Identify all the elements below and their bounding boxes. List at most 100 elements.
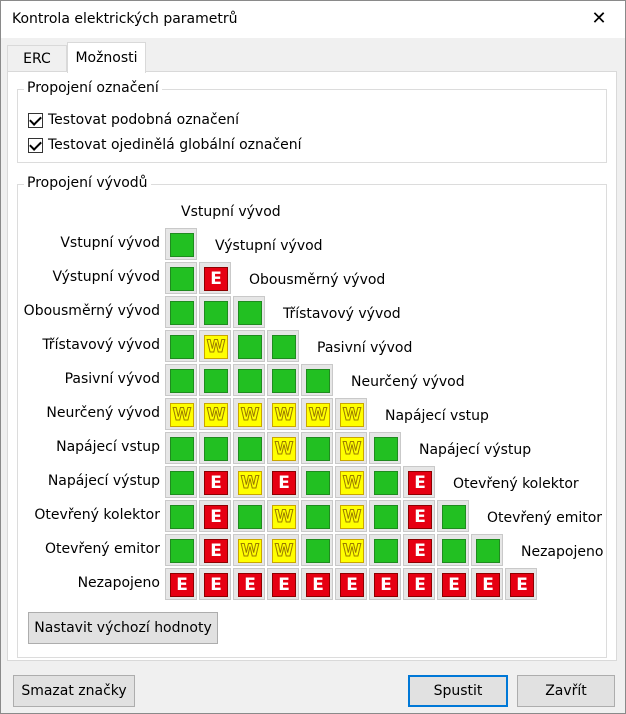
matrix-cell[interactable]	[301, 500, 333, 532]
matrix-cell-indicator	[238, 335, 262, 359]
matrix-cell-indicator	[374, 539, 398, 563]
matrix-cell-indicator	[238, 301, 262, 325]
matrix-cell-indicator	[306, 437, 330, 461]
matrix-cell[interactable]	[199, 364, 231, 396]
matrix-cell[interactable]: E	[165, 568, 197, 600]
checkbox-similar-annotations[interactable]	[28, 112, 43, 128]
run-button[interactable]: Spustit	[408, 675, 508, 707]
checkbox-global-annotations[interactable]	[28, 137, 43, 153]
matrix-cell-indicator	[204, 369, 228, 393]
matrix-cell[interactable]	[369, 432, 401, 464]
tab-options[interactable]: Možnosti	[67, 42, 146, 73]
matrix-cell[interactable]	[165, 262, 197, 294]
matrix-cell[interactable]: W	[199, 330, 231, 362]
matrix-cell[interactable]	[165, 364, 197, 396]
check-similar-annotations[interactable]: Testovat podobná označení	[28, 112, 239, 128]
matrix-cell[interactable]	[233, 500, 265, 532]
matrix-cell-indicator	[442, 539, 466, 563]
tab-erc[interactable]: ERC	[7, 45, 67, 72]
matrix-cell[interactable]: W	[335, 398, 367, 430]
matrix-cell-indicator: W	[272, 437, 296, 461]
clear-markers-button[interactable]: Smazat značky	[13, 675, 135, 707]
matrix-cell-indicator	[170, 369, 194, 393]
matrix-cell[interactable]	[437, 500, 469, 532]
check-global-annotations[interactable]: Testovat ojedinělá globální označení	[28, 137, 302, 153]
matrix-cell[interactable]: E	[267, 466, 299, 498]
matrix-cell[interactable]: E	[403, 568, 435, 600]
matrix-cell[interactable]	[165, 296, 197, 328]
reset-defaults-button[interactable]: Nastavit výchozí hodnoty	[28, 612, 218, 644]
matrix-cell-indicator: W	[340, 437, 364, 461]
matrix-cell[interactable]: W	[267, 500, 299, 532]
matrix-cell-indicator: E	[476, 573, 500, 597]
matrix-cell[interactable]: E	[199, 262, 231, 294]
close-icon[interactable]: ✕	[577, 5, 621, 33]
matrix-cell[interactable]	[369, 534, 401, 566]
matrix-cell[interactable]: E	[199, 500, 231, 532]
matrix-cell[interactable]	[301, 364, 333, 396]
matrix-cell-indicator: E	[408, 573, 432, 597]
matrix-cell[interactable]: W	[267, 398, 299, 430]
matrix-cell-indicator	[306, 471, 330, 495]
matrix-cell[interactable]	[233, 364, 265, 396]
matrix-cell[interactable]	[165, 500, 197, 532]
matrix-cell[interactable]: E	[471, 568, 503, 600]
matrix-cell[interactable]	[233, 296, 265, 328]
matrix-cell[interactable]: W	[165, 398, 197, 430]
matrix-cell-indicator: E	[238, 573, 262, 597]
matrix-cell[interactable]: E	[335, 568, 367, 600]
matrix-cell[interactable]: W	[267, 534, 299, 566]
matrix-cell[interactable]: E	[437, 568, 469, 600]
matrix-cell[interactable]	[165, 228, 197, 260]
matrix-cell[interactable]: W	[335, 500, 367, 532]
matrix-cell[interactable]	[301, 466, 333, 498]
matrix-cell[interactable]: E	[267, 568, 299, 600]
close-button[interactable]: Zavřít	[517, 675, 615, 707]
matrix-cell[interactable]: E	[403, 466, 435, 498]
matrix-cell[interactable]: W	[233, 466, 265, 498]
matrix-cell-indicator: E	[306, 573, 330, 597]
matrix-cell[interactable]: W	[335, 534, 367, 566]
matrix-cell[interactable]: E	[199, 466, 231, 498]
matrix-cell[interactable]: E	[233, 568, 265, 600]
matrix-cell[interactable]	[165, 330, 197, 362]
matrix-cell[interactable]	[233, 432, 265, 464]
matrix-cell-indicator: E	[272, 573, 296, 597]
matrix-cell[interactable]: E	[403, 500, 435, 532]
matrix-cell[interactable]: E	[505, 568, 537, 600]
matrix-cell[interactable]	[165, 432, 197, 464]
matrix-cell-indicator: W	[306, 403, 330, 427]
matrix-cell[interactable]: W	[233, 398, 265, 430]
matrix-cell-indicator: E	[374, 573, 398, 597]
matrix-cell[interactable]: W	[301, 398, 333, 430]
row-label: Obousměrný vývod	[23, 303, 160, 319]
column-label: Otevřený kolektor	[453, 476, 579, 492]
matrix-cell[interactable]	[165, 466, 197, 498]
matrix-cell[interactable]: E	[403, 534, 435, 566]
matrix-cell[interactable]	[369, 466, 401, 498]
matrix-cell[interactable]	[199, 296, 231, 328]
matrix-cell-indicator: W	[238, 471, 262, 495]
matrix-cell[interactable]	[437, 534, 469, 566]
matrix-cell[interactable]: W	[199, 398, 231, 430]
matrix-cell[interactable]	[369, 500, 401, 532]
matrix-cell[interactable]: W	[335, 432, 367, 464]
matrix-cell[interactable]: E	[199, 534, 231, 566]
matrix-cell-indicator	[306, 369, 330, 393]
matrix-cell[interactable]: W	[335, 466, 367, 498]
matrix-cell[interactable]	[301, 534, 333, 566]
matrix-cell-indicator	[306, 505, 330, 529]
matrix-cell[interactable]: W	[267, 432, 299, 464]
matrix-cell-indicator: E	[204, 505, 228, 529]
matrix-cell[interactable]	[301, 432, 333, 464]
matrix-cell[interactable]: E	[369, 568, 401, 600]
matrix-cell[interactable]: W	[233, 534, 265, 566]
matrix-cell[interactable]: E	[199, 568, 231, 600]
matrix-cell[interactable]	[233, 330, 265, 362]
matrix-cell[interactable]	[165, 534, 197, 566]
matrix-cell[interactable]	[267, 330, 299, 362]
matrix-cell[interactable]	[199, 432, 231, 464]
matrix-cell[interactable]	[267, 364, 299, 396]
matrix-cell[interactable]	[471, 534, 503, 566]
matrix-cell[interactable]: E	[301, 568, 333, 600]
